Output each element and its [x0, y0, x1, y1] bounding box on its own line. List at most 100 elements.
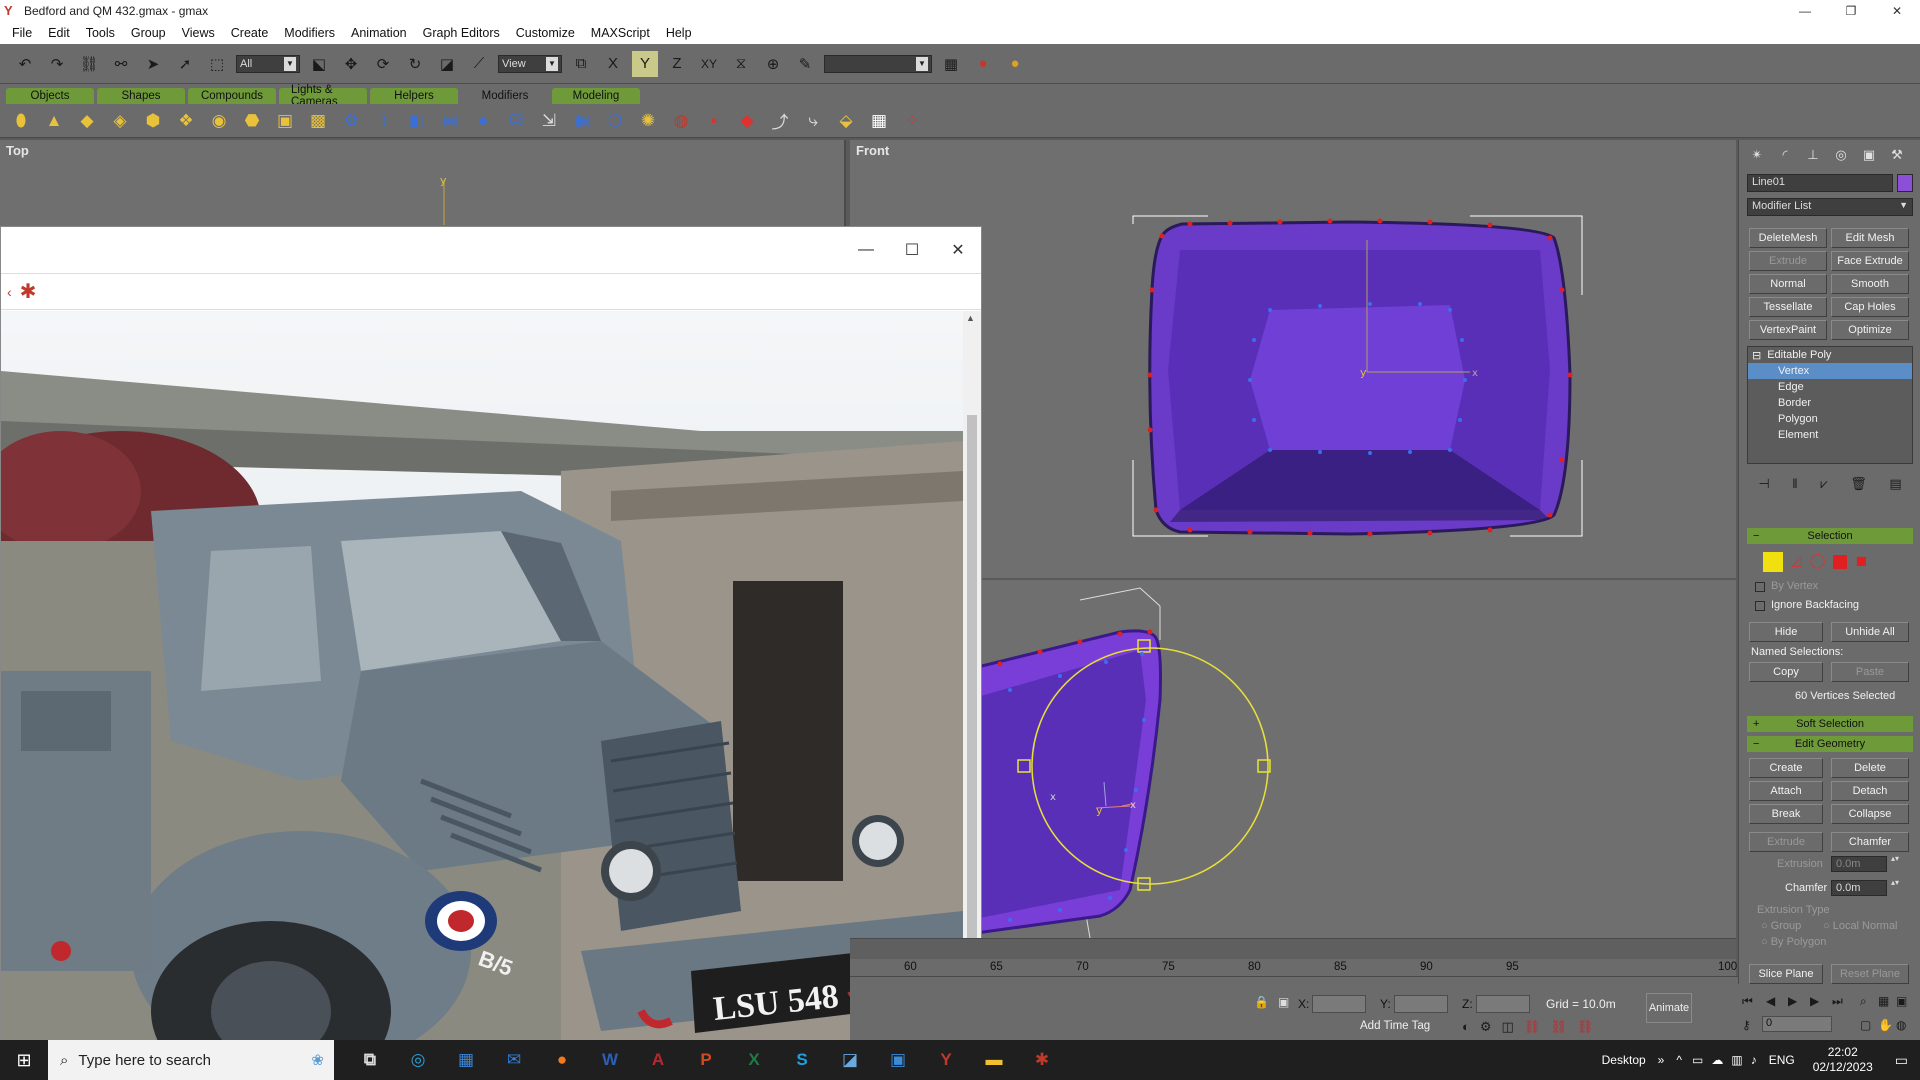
- sphere-mesh-icon[interactable]: ◍: [668, 108, 694, 134]
- path-deform-icon[interactable]: ⌇: [371, 108, 397, 134]
- word-icon[interactable]: W: [586, 1040, 634, 1080]
- hierarchy-panel-icon[interactable]: ⊥: [1801, 144, 1825, 166]
- edit-geometry-rollout[interactable]: − Edit Geometry: [1747, 736, 1913, 752]
- image-viewer-close-button[interactable]: ✕: [935, 235, 981, 265]
- element-mode-icon[interactable]: ◼: [1855, 552, 1867, 572]
- previous-frame-icon[interactable]: ◀: [1766, 994, 1775, 1008]
- selection-filter-dropdown[interactable]: All ▼: [236, 54, 300, 73]
- x-coord-field[interactable]: [1312, 995, 1366, 1013]
- wave-icon[interactable]: ⬣: [239, 108, 265, 134]
- mesh-smooth-icon[interactable]: ✺: [635, 108, 661, 134]
- optimize-button[interactable]: Optimize: [1831, 320, 1909, 340]
- border-mode-icon[interactable]: ◯: [1810, 552, 1826, 572]
- menu-animation[interactable]: Animation: [343, 26, 415, 40]
- add-time-tag[interactable]: Add Time Tag: [1360, 1020, 1430, 1032]
- access-icon[interactable]: A: [634, 1040, 682, 1080]
- select-icon[interactable]: ➤: [140, 51, 166, 77]
- local-normal-radio[interactable]: ○ Local Normal: [1823, 920, 1898, 932]
- image-viewer-maximize-button[interactable]: ☐: [889, 235, 935, 265]
- minimize-button[interactable]: —: [1782, 0, 1828, 22]
- normal-button[interactable]: Normal: [1749, 274, 1827, 294]
- microsoft-store-icon[interactable]: ▦: [442, 1040, 490, 1080]
- absolute-mode-icon[interactable]: ▣: [1278, 995, 1289, 1009]
- notifications-icon[interactable]: ▭: [1883, 1052, 1920, 1069]
- lock-selection-icon[interactable]: 🔒: [1254, 995, 1269, 1009]
- menu-tools[interactable]: Tools: [78, 26, 123, 40]
- volume-select-icon[interactable]: ⤷: [800, 108, 826, 134]
- time-slider-track[interactable]: [850, 939, 1736, 959]
- edge-browser-icon[interactable]: ◎: [394, 1040, 442, 1080]
- windows-start-icon[interactable]: ⊞: [0, 1040, 48, 1080]
- menu-help[interactable]: Help: [658, 26, 700, 40]
- checker-icon[interactable]: ▦: [866, 108, 892, 134]
- unlink-icon[interactable]: ⚯: [108, 51, 134, 77]
- percent-snap-icon[interactable]: ◫: [1502, 1019, 1514, 1035]
- menu-maxscript[interactable]: MAXScript: [583, 26, 658, 40]
- lattice-icon[interactable]: ▩: [305, 108, 331, 134]
- axis-z-button[interactable]: Z: [664, 51, 690, 77]
- detach-button[interactable]: Detach: [1831, 781, 1909, 801]
- paint-app-icon[interactable]: ✱: [1018, 1040, 1066, 1080]
- reset-plane-button[interactable]: Reset Plane: [1831, 964, 1909, 984]
- volume-icon[interactable]: ♪: [1747, 1053, 1761, 1067]
- z-coord-field[interactable]: [1476, 995, 1530, 1013]
- by-polygon-radio[interactable]: ○ By Polygon: [1761, 936, 1826, 948]
- copy-button[interactable]: Copy: [1749, 662, 1823, 682]
- network-icon[interactable]: ▥: [1727, 1053, 1746, 1067]
- cap-holes-button[interactable]: Cap Holes: [1831, 297, 1909, 317]
- ffd-icon[interactable]: ⚙: [338, 108, 364, 134]
- stack-root-item[interactable]: ⊟ Editable Poly: [1748, 347, 1912, 363]
- snap-icon[interactable]: ✎: [792, 51, 818, 77]
- tab-helpers[interactable]: Helpers: [370, 88, 458, 104]
- go-to-start-icon[interactable]: ⏮: [1742, 994, 1753, 1009]
- named-selection-dropdown[interactable]: ▼: [824, 54, 932, 73]
- file-explorer-icon[interactable]: ▬: [970, 1040, 1018, 1080]
- noise-icon[interactable]: ◈: [107, 108, 133, 134]
- vertexpaint-button[interactable]: VertexPaint: [1749, 320, 1827, 340]
- configure-sets-icon[interactable]: ▤: [1889, 476, 1901, 492]
- play-icon[interactable]: ▶: [1788, 994, 1797, 1008]
- animate-button[interactable]: Animate: [1646, 993, 1692, 1023]
- twist-icon[interactable]: ◆: [74, 108, 100, 134]
- stack-item-edge[interactable]: Edge: [1748, 379, 1912, 395]
- taskbar-clock[interactable]: 22:02 02/12/2023: [1803, 1045, 1883, 1075]
- timeline[interactable]: 60 65 70 75 80 85 90 95 100: [850, 938, 1737, 976]
- spinner-arrows-icon[interactable]: ▴▾: [1891, 878, 1899, 887]
- key-icon[interactable]: ⚷: [1742, 1018, 1751, 1032]
- axis-x-button[interactable]: X: [600, 51, 626, 77]
- next-frame-icon[interactable]: ▶: [1810, 994, 1819, 1008]
- perspective-viewport[interactable]: y x x: [850, 580, 1736, 938]
- object-color-swatch[interactable]: [1897, 174, 1913, 192]
- region-zoom-icon[interactable]: ▢: [1860, 1018, 1871, 1032]
- task-view-icon[interactable]: ⧉: [346, 1040, 394, 1080]
- menu-group[interactable]: Group: [123, 26, 174, 40]
- axis-xy-button[interactable]: XY: [696, 51, 722, 77]
- select-by-name-icon[interactable]: ➚: [172, 51, 198, 77]
- pivot-center-icon[interactable]: ⧉: [568, 51, 594, 77]
- face-extrude-button[interactable]: Face Extrude: [1831, 251, 1909, 271]
- pivot-icon[interactable]: ⟋: [466, 51, 492, 77]
- spinner-snap-icon[interactable]: ⛓: [1524, 1019, 1541, 1035]
- xform-icon[interactable]: ⇲: [536, 108, 562, 134]
- zoom-extents-icon[interactable]: ▣: [1896, 994, 1907, 1008]
- attach-button[interactable]: Attach: [1749, 781, 1823, 801]
- stack-item-vertex[interactable]: Vertex: [1748, 363, 1912, 379]
- menu-views[interactable]: Views: [174, 26, 223, 40]
- desktop-toolbar[interactable]: Desktop: [1596, 1053, 1652, 1067]
- paste-button[interactable]: Paste: [1831, 662, 1909, 682]
- ripple-icon[interactable]: ◉: [206, 108, 232, 134]
- mirror-icon[interactable]: ⧖: [728, 51, 754, 77]
- menu-modifiers[interactable]: Modifiers: [276, 26, 343, 40]
- chevron-right-icon[interactable]: »: [1652, 1053, 1671, 1067]
- back-arrow-icon[interactable]: ‹: [7, 284, 12, 300]
- material-editor-icon[interactable]: ●: [970, 51, 996, 77]
- tab-objects[interactable]: Objects: [6, 88, 94, 104]
- stretch-icon[interactable]: ⬢: [140, 108, 166, 134]
- taper-icon[interactable]: ▲: [41, 108, 67, 134]
- stack-item-border[interactable]: Border: [1748, 395, 1912, 411]
- extrusion-spinner[interactable]: 0.0m: [1831, 856, 1887, 872]
- zoom-all-icon[interactable]: ▦: [1878, 994, 1889, 1008]
- app-icon[interactable]: ◪: [826, 1040, 874, 1080]
- chamfer-button[interactable]: Chamfer: [1831, 832, 1909, 852]
- uvw-map-icon[interactable]: ◧: [404, 108, 430, 134]
